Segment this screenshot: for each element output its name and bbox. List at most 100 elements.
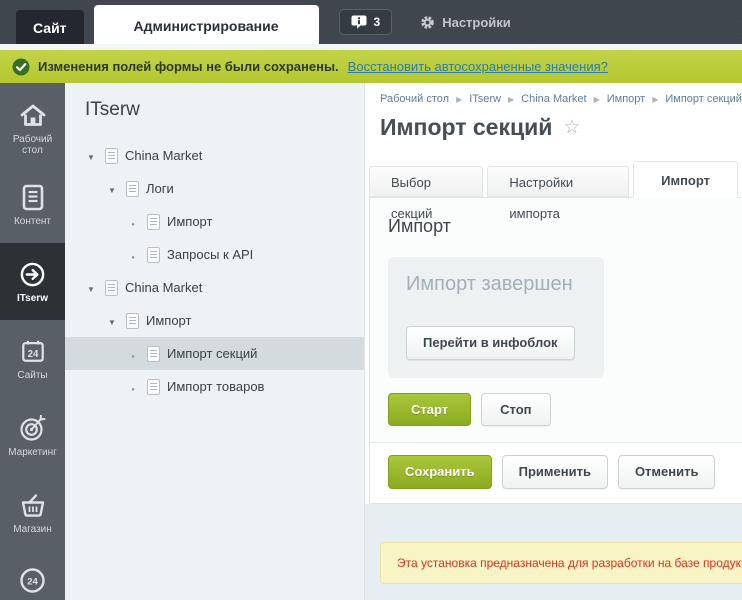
- import-status-box: Импорт завершен Перейти в инфоблок: [388, 257, 604, 378]
- main-content: Рабочий стол ITserw China Market Импорт …: [365, 83, 742, 600]
- tree-item-label: China Market: [125, 280, 202, 295]
- stop-button[interactable]: Стоп: [481, 393, 550, 427]
- site-tab[interactable]: Сайт: [16, 10, 84, 44]
- tree-item-label: Импорт: [167, 214, 212, 229]
- expand-arrow-icon[interactable]: [83, 147, 99, 165]
- document-icon: [147, 346, 160, 362]
- tree-item-logs[interactable]: Логи: [65, 172, 364, 205]
- document-icon: [105, 148, 118, 164]
- expand-arrow-icon[interactable]: [104, 180, 120, 198]
- breadcrumb-item-import[interactable]: Импорт: [607, 93, 645, 105]
- gear-icon: [420, 15, 435, 30]
- notifications-button[interactable]: 3: [339, 9, 393, 35]
- admin-tab[interactable]: Администрирование: [94, 5, 319, 44]
- navigation-tree-panel: ITserw China Market Логи Импорт Запросы …: [65, 83, 365, 600]
- top-bar: Сайт Администрирование 3 Настройки: [0, 0, 742, 44]
- tree-item-label: Логи: [146, 181, 174, 196]
- breadcrumb-arrow-icon: [456, 95, 462, 104]
- notice-message: Изменения полей формы не были сохранены.: [38, 59, 339, 74]
- content-row: Рабочий стол Контент ITserw 24 Сайты Мар…: [0, 83, 742, 600]
- sidebar-item-label: Рабочий стол: [4, 134, 62, 156]
- sidebar-item-desktop[interactable]: Рабочий стол: [0, 89, 65, 166]
- sidebar-item-label: Маркетинг: [8, 447, 57, 458]
- sidebar-item-content[interactable]: Контент: [0, 166, 65, 243]
- svg-text:24: 24: [27, 349, 38, 360]
- tab-import[interactable]: Импорт: [633, 161, 738, 198]
- form-actions: Сохранить Применить Отменить: [370, 442, 742, 503]
- tree-item-label: Импорт товаров: [167, 379, 264, 394]
- sidebar-item-shop[interactable]: Магазин: [0, 474, 65, 551]
- svg-text:24: 24: [27, 577, 38, 588]
- trial-warning-message: Эта установка предназначена для разработ…: [380, 542, 742, 584]
- breadcrumb-item-import-sections[interactable]: Импорт секций: [665, 93, 742, 105]
- home-icon: [19, 100, 47, 130]
- tree-item-label: Импорт: [146, 313, 191, 328]
- breadcrumb-item-itserw[interactable]: ITserw: [469, 93, 501, 105]
- cancel-button[interactable]: Отменить: [618, 455, 716, 489]
- start-button[interactable]: Старт: [388, 393, 471, 427]
- favorite-star-icon[interactable]: [563, 116, 580, 139]
- check-circle-icon: [12, 58, 30, 76]
- panel-heading: Импорт: [388, 216, 736, 237]
- tree-item-china-market-2[interactable]: China Market: [65, 271, 364, 304]
- document-icon: [147, 379, 160, 395]
- document-icon: [126, 181, 139, 197]
- sidebar-item-partial-24[interactable]: 24: [0, 567, 65, 599]
- tree-title: ITserw: [85, 99, 364, 121]
- sidebar-item-sites[interactable]: 24 Сайты: [0, 320, 65, 397]
- apply-button[interactable]: Применить: [502, 455, 608, 489]
- import-status-text: Импорт завершен: [406, 273, 586, 296]
- calendar-24-icon: 24: [20, 336, 46, 366]
- tree-item-import-products[interactable]: Импорт товаров: [65, 370, 364, 403]
- notification-count: 3: [374, 15, 381, 29]
- settings-label: Настройки: [442, 15, 511, 30]
- page-footer-area: Эта установка предназначена для разработ…: [365, 504, 742, 600]
- tree-item-import-sections[interactable]: Импорт секций: [65, 337, 364, 370]
- tree-item-import[interactable]: Импорт: [65, 304, 364, 337]
- bullet-icon: [125, 213, 141, 231]
- tree-item-label: China Market: [125, 148, 202, 163]
- form-tabs: Выбор секций Настройки импорта Импорт: [369, 161, 742, 197]
- breadcrumb-item-desktop[interactable]: Рабочий стол: [380, 93, 449, 105]
- document-icon: [147, 214, 160, 230]
- info-bubble-icon: [351, 15, 367, 29]
- circle-24-icon: 24: [19, 567, 46, 599]
- bullet-icon: [125, 345, 141, 363]
- breadcrumb-item-china-market[interactable]: China Market: [521, 93, 586, 105]
- autosave-notice-bar: Изменения полей формы не были сохранены.…: [0, 50, 742, 83]
- document-icon: [105, 280, 118, 296]
- page-title: Импорт секций: [380, 114, 552, 141]
- sidebar-item-itserw[interactable]: ITserw: [0, 243, 65, 320]
- tree-item-api-requests[interactable]: Запросы к API: [65, 238, 364, 271]
- expand-arrow-icon[interactable]: [83, 279, 99, 297]
- sidebar-item-label: Контент: [14, 216, 51, 227]
- tree-item-label: Импорт секций: [167, 346, 257, 361]
- breadcrumb-arrow-icon: [594, 95, 600, 104]
- tab-section-select[interactable]: Выбор секций: [369, 166, 483, 197]
- topbar-right-group: 3 Настройки: [339, 9, 511, 35]
- bullet-icon: [125, 246, 141, 264]
- expand-arrow-icon[interactable]: [104, 312, 120, 330]
- bullet-icon: [125, 378, 141, 396]
- tree-item-label: Запросы к API: [167, 247, 253, 262]
- goto-infoblock-button[interactable]: Перейти в инфоблок: [406, 326, 575, 360]
- restore-autosave-link[interactable]: Восстановить автосохраненные значения?: [348, 59, 608, 74]
- arrow-circle-icon: [19, 259, 46, 289]
- document-lines-icon: [21, 182, 45, 212]
- target-icon: [19, 413, 47, 443]
- breadcrumb-arrow-icon: [652, 95, 658, 104]
- left-sidebar: Рабочий стол Контент ITserw 24 Сайты Мар…: [0, 83, 65, 600]
- tab-import-settings[interactable]: Настройки импорта: [487, 166, 629, 197]
- breadcrumb: Рабочий стол ITserw China Market Импорт …: [365, 83, 742, 105]
- save-button[interactable]: Сохранить: [388, 455, 492, 489]
- form-panel: Импорт Импорт завершен Перейти в инфобло…: [369, 197, 742, 504]
- document-icon: [126, 313, 139, 329]
- basket-icon: [19, 490, 47, 520]
- settings-button[interactable]: Настройки: [420, 15, 511, 30]
- breadcrumb-arrow-icon: [508, 95, 514, 104]
- document-icon: [147, 247, 160, 263]
- sidebar-item-label: Сайты: [17, 370, 47, 381]
- sidebar-item-marketing[interactable]: Маркетинг: [0, 397, 65, 474]
- tree-item-china-market-1[interactable]: China Market: [65, 139, 364, 172]
- tree-item-import-log[interactable]: Импорт: [65, 205, 364, 238]
